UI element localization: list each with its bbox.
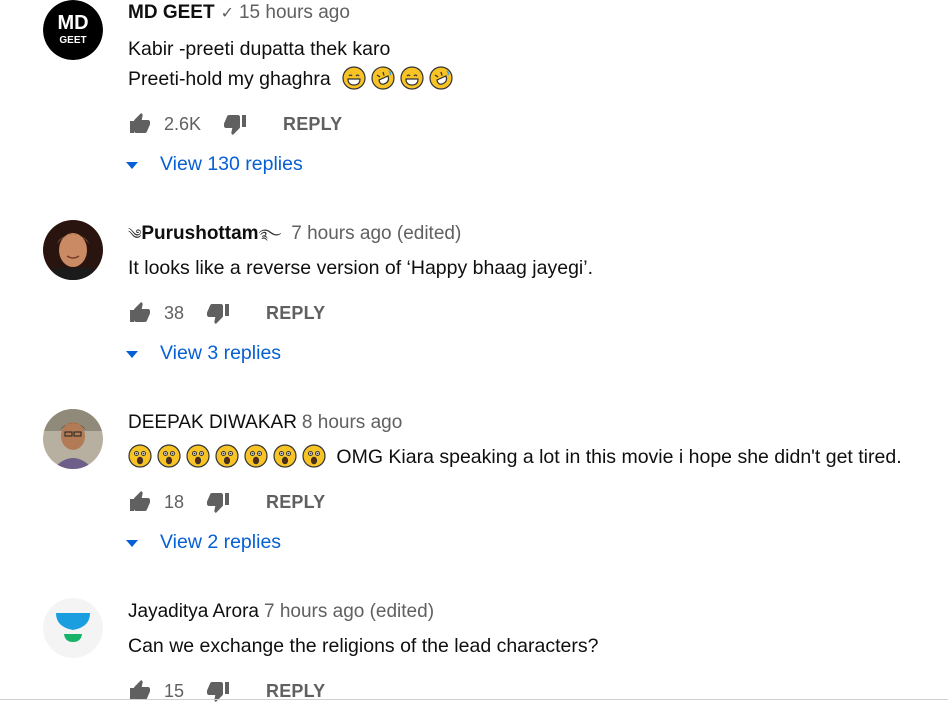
author-name[interactable]: Jayaditya Arora: [128, 601, 259, 622]
astonished-emoji-icon: [157, 444, 181, 468]
divider: [0, 699, 948, 700]
decorative-swirl-icon: ࿐: [258, 226, 282, 242]
expand-triangle-icon: [126, 540, 138, 547]
comment-text: Preeti-hold my ghaghra: [128, 68, 331, 90]
astonished-emoji-icon: [186, 444, 210, 468]
md-geet-logo: MD GEET: [43, 0, 103, 60]
avatar[interactable]: [43, 409, 103, 469]
dislike-button[interactable]: [223, 112, 247, 136]
author-name[interactable]: MD GEET: [128, 2, 215, 23]
like-button[interactable]: [128, 301, 152, 325]
comment-text-line-with-emoji: Preeti-hold my ghaghra: [128, 64, 458, 94]
profile-photo: [43, 409, 103, 469]
grinning-sweat-emoji-icon: [400, 66, 424, 90]
view-replies-label: View 2 replies: [160, 531, 282, 553]
like-count: 2.6K: [164, 113, 202, 134]
svg-text:MD: MD: [57, 12, 88, 34]
avatar[interactable]: [43, 220, 103, 280]
reply-button[interactable]: REPLY: [266, 492, 325, 513]
timestamp[interactable]: 7 hours ago (edited): [291, 223, 461, 244]
avatar[interactable]: MD GEET: [43, 0, 103, 60]
decorative-swirl-icon: ༄: [128, 226, 142, 242]
comment-header: Jayaditya Arora 7 hours ago (edited): [128, 600, 434, 624]
author-name[interactable]: DEEPAK DIWAKAR: [128, 412, 297, 433]
comment-text: OMG Kiara speaking a lot in this movie i…: [336, 446, 902, 468]
comment-actions: 18 REPLY: [128, 488, 325, 516]
svg-text:GEET: GEET: [59, 35, 86, 46]
comment-text-line: It looks like a reverse version of ‘Happ…: [128, 257, 593, 279]
view-replies-button[interactable]: View 2 replies: [126, 531, 281, 554]
like-count: 18: [164, 491, 185, 512]
rofl-emoji-icon: [429, 66, 453, 90]
astonished-emoji-icon: [215, 444, 239, 468]
like-count: 38: [164, 302, 185, 323]
dislike-button[interactable]: [206, 490, 230, 514]
like-button[interactable]: [128, 490, 152, 514]
timestamp[interactable]: 7 hours ago (edited): [264, 601, 434, 622]
rofl-emoji-icon: [371, 66, 395, 90]
grinning-sweat-emoji-icon: [342, 66, 366, 90]
view-replies-button[interactable]: View 130 replies: [126, 153, 303, 176]
timestamp[interactable]: 8 hours ago: [302, 412, 402, 433]
astonished-emoji-icon: [128, 444, 152, 468]
dislike-button[interactable]: [206, 301, 230, 325]
expand-triangle-icon: [126, 162, 138, 169]
comment-text-line-with-emoji: OMG Kiara speaking a lot in this movie i…: [128, 442, 902, 472]
reply-button[interactable]: REPLY: [283, 114, 342, 135]
view-replies-label: View 130 replies: [160, 153, 303, 175]
author-name[interactable]: Purushottam: [141, 223, 258, 244]
astonished-emoji-icon: [302, 444, 326, 468]
comment-actions: 15 REPLY: [128, 677, 325, 705]
comment-actions: 38 REPLY: [128, 299, 325, 327]
verified-check-icon: ✓: [220, 5, 234, 22]
comment-header: MD GEET ✓ 15 hours ago: [128, 1, 350, 26]
reply-button[interactable]: REPLY: [266, 303, 325, 324]
comment-header: ༄Purushottam࿐ 7 hours ago (edited): [128, 222, 461, 246]
unacademy-logo: [43, 598, 103, 658]
astonished-emoji-icon: [273, 444, 297, 468]
like-button[interactable]: [128, 112, 152, 136]
view-replies-button[interactable]: View 3 replies: [126, 342, 281, 365]
avatar[interactable]: [43, 598, 103, 658]
expand-triangle-icon: [126, 351, 138, 358]
comment-header: DEEPAK DIWAKAR 8 hours ago: [128, 411, 402, 435]
comment-actions: 2.6K REPLY: [128, 110, 342, 138]
profile-photo: [43, 220, 103, 280]
astonished-emoji-icon: [244, 444, 268, 468]
comment-text-line: Kabir -preeti dupatta thek karo: [128, 38, 391, 60]
timestamp[interactable]: 15 hours ago: [239, 2, 350, 23]
comment-text-line: Can we exchange the religions of the lea…: [128, 635, 599, 657]
view-replies-label: View 3 replies: [160, 342, 282, 364]
